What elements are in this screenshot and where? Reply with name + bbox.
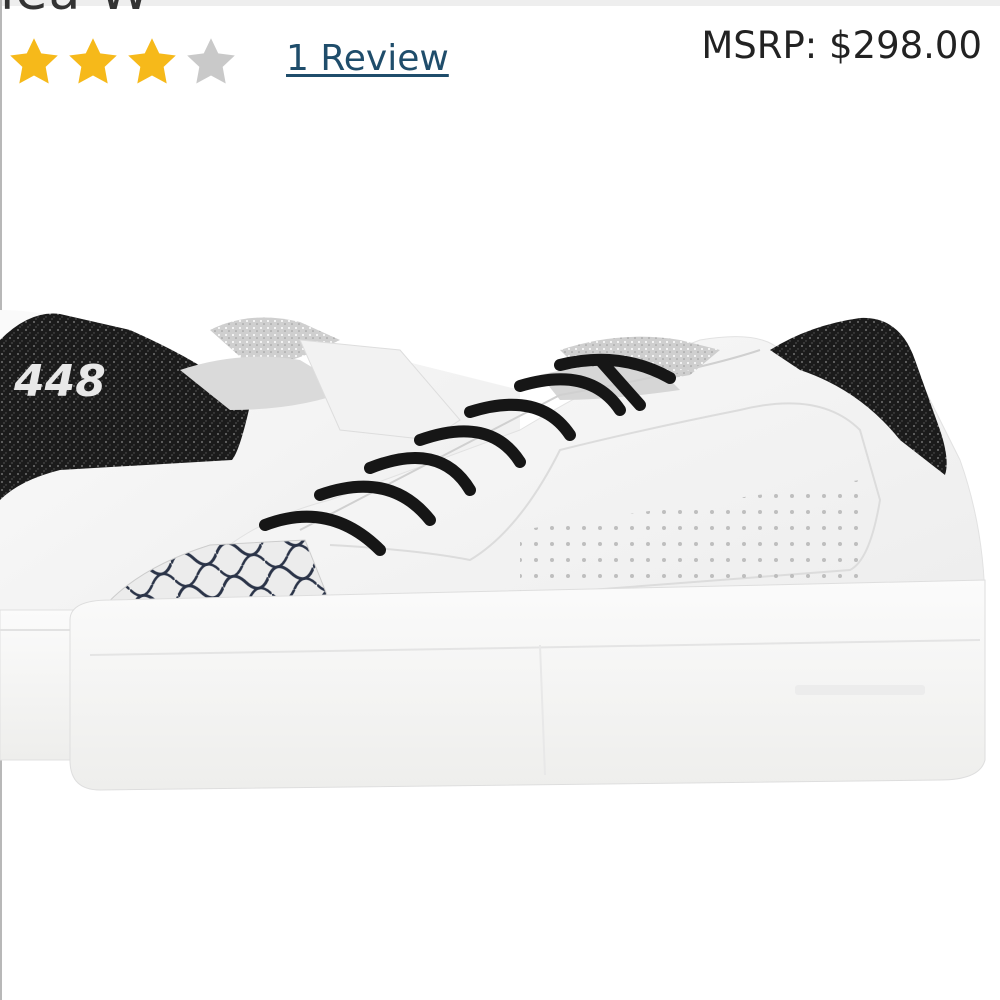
star-empty-icon bbox=[187, 38, 235, 84]
product-image[interactable]: 448 bbox=[0, 200, 1000, 840]
star-icon bbox=[69, 38, 117, 84]
star-icon bbox=[10, 38, 58, 84]
reviews-link[interactable]: 1 Review bbox=[286, 38, 449, 79]
heel-logo-text: 448 bbox=[13, 356, 106, 407]
star-rating bbox=[6, 34, 239, 90]
product-page: lea W 1 Review MSRP: $298.00 bbox=[0, 0, 1000, 1000]
star-icon bbox=[128, 38, 176, 84]
product-title: lea W bbox=[0, 0, 151, 22]
msrp-price: MSRP: $298.00 bbox=[701, 24, 982, 67]
